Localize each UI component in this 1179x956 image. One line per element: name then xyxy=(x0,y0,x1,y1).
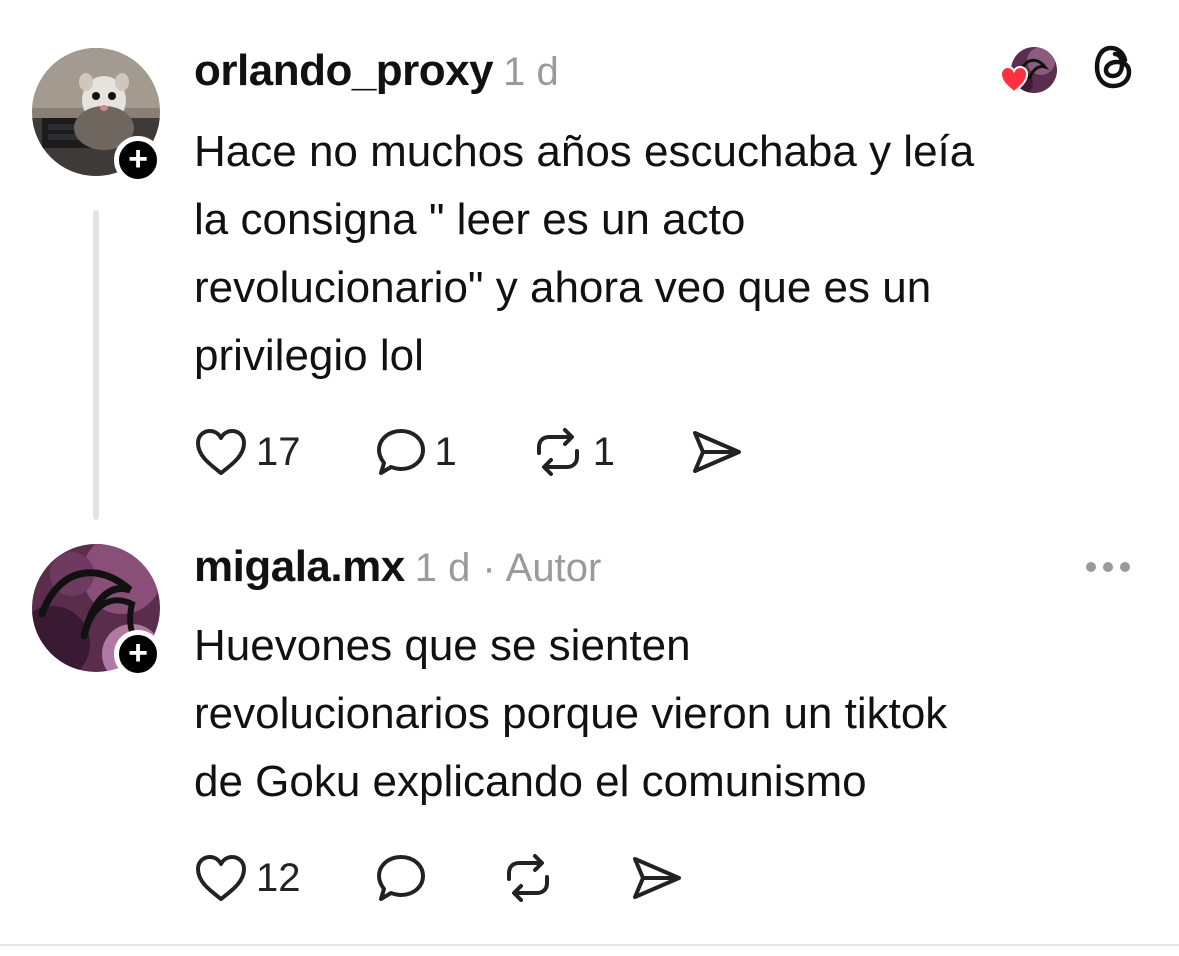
reply-button[interactable] xyxy=(375,853,427,903)
post-migala: + migala.mx 1 d · Autor Huevones que se … xyxy=(0,530,1179,956)
like-button[interactable]: 12 xyxy=(194,853,301,903)
reply-count: 1 xyxy=(434,429,457,474)
post-body: Huevones que se sienten revolucionarios … xyxy=(194,621,948,806)
follow-plus-icon[interactable]: + xyxy=(114,136,162,184)
follow-plus-icon[interactable]: + xyxy=(114,630,162,678)
repost-count: 1 xyxy=(592,429,615,474)
comment-icon xyxy=(376,429,425,475)
share-icon xyxy=(632,857,681,899)
post-header: migala.mx 1 d · Autor xyxy=(194,542,601,598)
repost-icon xyxy=(536,428,579,476)
thread-connector-line xyxy=(93,210,99,520)
author-tag: Autor xyxy=(505,546,602,590)
repost-button[interactable]: 1 xyxy=(531,427,615,477)
like-button[interactable]: 17 xyxy=(194,427,301,477)
reply-button[interactable]: 1 xyxy=(375,427,457,477)
repost-button[interactable] xyxy=(501,853,555,903)
heart-icon xyxy=(196,429,246,475)
like-count: 17 xyxy=(256,429,301,474)
post-orlando: + orlando_proxy 1 d Hace no muchos años … xyxy=(0,0,1179,530)
post-actions: 12 xyxy=(194,848,757,908)
like-count: 12 xyxy=(256,855,301,900)
threads-logo-icon[interactable] xyxy=(1093,44,1135,95)
bottom-divider xyxy=(0,944,1179,946)
heart-icon xyxy=(196,855,246,901)
post-time: 1 d xyxy=(503,50,559,94)
corner-icons xyxy=(999,44,1135,95)
meta-separator: · xyxy=(482,546,496,590)
share-icon xyxy=(693,431,741,473)
username[interactable]: migala.mx xyxy=(194,542,405,592)
more-icon[interactable] xyxy=(1085,560,1131,579)
comment-icon xyxy=(376,855,425,901)
repost-icon xyxy=(506,854,549,902)
post-actions: 17 1 1 xyxy=(194,422,817,482)
liked-by-indicator[interactable] xyxy=(999,46,1057,93)
username[interactable]: orlando_proxy xyxy=(194,46,494,96)
share-button[interactable] xyxy=(629,853,683,903)
share-button[interactable] xyxy=(689,427,743,477)
post-time: 1 d xyxy=(414,546,471,590)
post-header: orlando_proxy 1 d xyxy=(194,46,559,102)
heart-badge-icon xyxy=(999,65,1029,98)
post-body: Hace no muchos años escuchaba y leía la … xyxy=(194,127,975,380)
